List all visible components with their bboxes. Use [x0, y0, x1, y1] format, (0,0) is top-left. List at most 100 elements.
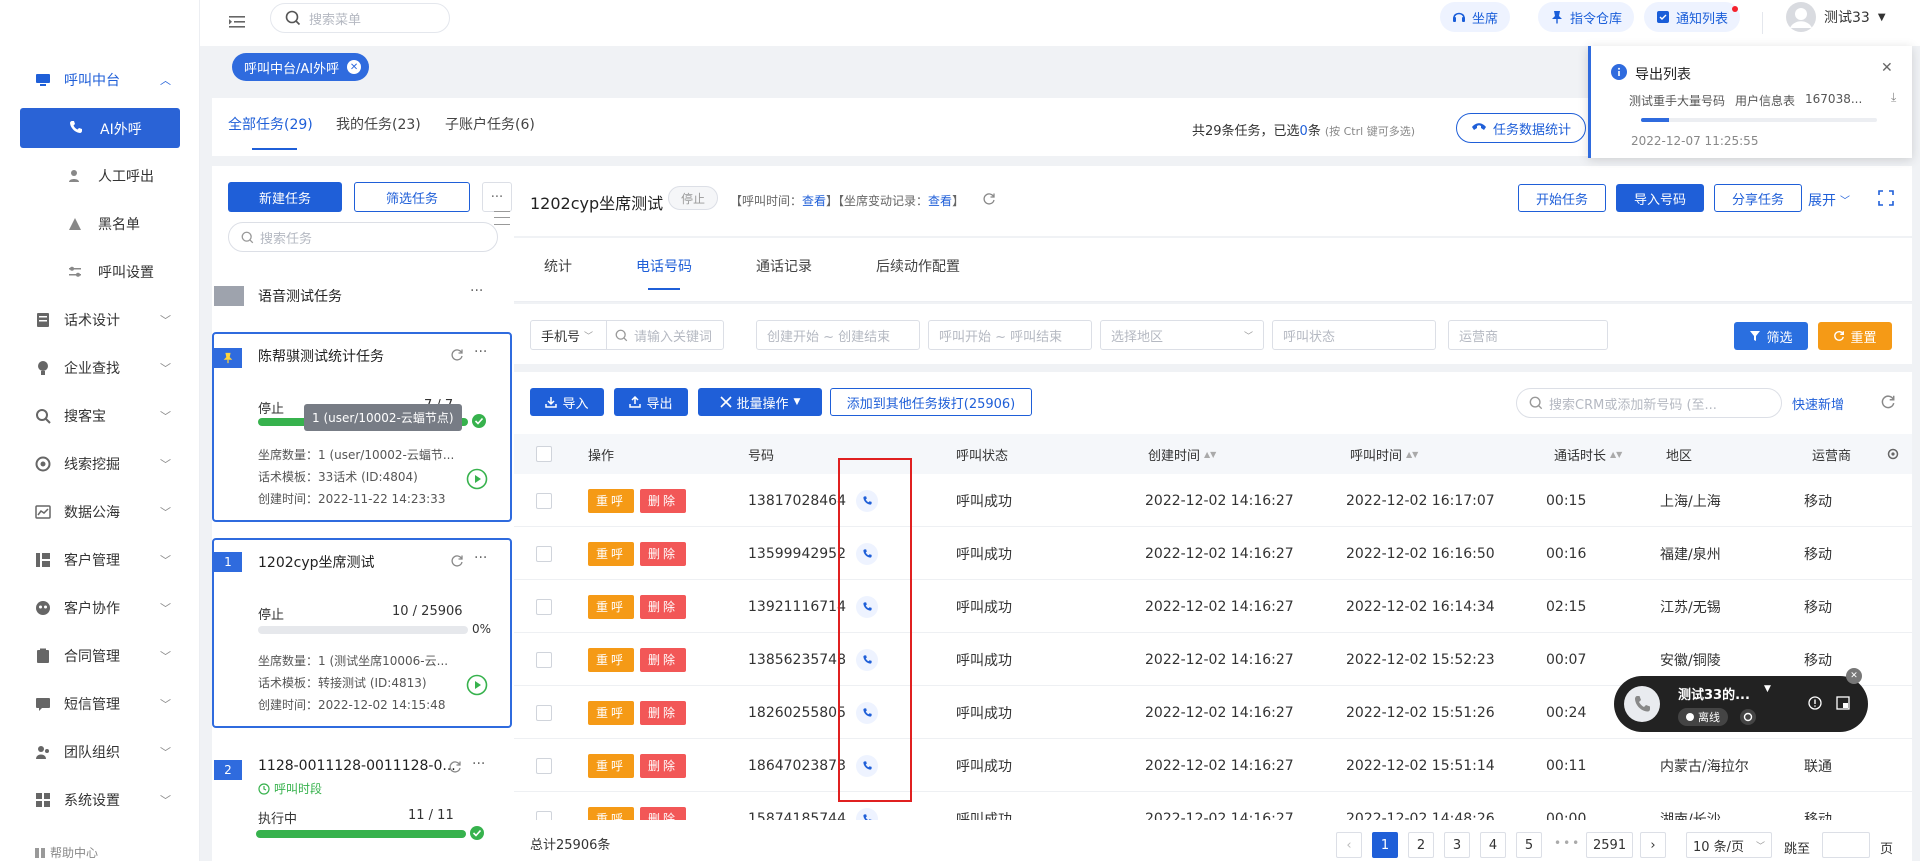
page-3[interactable]: 3	[1444, 832, 1470, 858]
menu-fold-icon[interactable]	[228, 13, 246, 31]
redial-button[interactable]: 重呼	[588, 753, 635, 778]
created-date-range[interactable]: 创建开始 ~ 创建结束	[756, 320, 920, 350]
col-duration[interactable]: 通话时长 ▲▼	[1554, 434, 1622, 474]
expand-toggle[interactable]: 展开 ﹀	[1808, 190, 1850, 210]
collapse-handle-icon[interactable]	[494, 208, 510, 228]
minimize-window-icon[interactable]	[1836, 696, 1850, 710]
jump-page-input[interactable]	[1822, 832, 1870, 858]
play-icon[interactable]	[466, 674, 488, 696]
tab-sub-account-tasks[interactable]: 子账户任务(6)	[445, 114, 535, 134]
sidebar-item-soukebao[interactable]: 搜客宝 ﹀	[0, 396, 200, 436]
row-checkbox[interactable]	[536, 739, 552, 792]
task-card[interactable]: 陈帮骐测试统计任务 ··· 停止 7 / 7 1 (user/10002-云蝠节…	[212, 332, 512, 522]
import-button[interactable]: 导入	[530, 388, 604, 416]
delete-button[interactable]: 删除	[640, 806, 687, 820]
refresh-icon[interactable]	[1880, 394, 1896, 410]
import-numbers-button[interactable]: 导入号码	[1616, 184, 1704, 212]
sidebar-item-customer-collab[interactable]: 客户协作 ﹀	[0, 588, 200, 628]
view-seat-change-link[interactable]: 查看	[928, 192, 952, 209]
row-checkbox[interactable]	[536, 474, 552, 527]
column-settings-icon[interactable]	[1886, 434, 1900, 474]
download-icon[interactable]: ⤓	[1891, 90, 1896, 105]
redial-button[interactable]: 重呼	[588, 594, 635, 619]
col-call-time[interactable]: 呼叫时间 ▲▼	[1350, 434, 1418, 474]
info-icon[interactable]	[1808, 696, 1822, 710]
keyword-input[interactable]: 请输入关键词	[607, 326, 712, 345]
delete-button[interactable]: 删除	[640, 647, 687, 672]
card-more-icon[interactable]: ···	[474, 344, 487, 360]
prev-page-button[interactable]: ‹	[1336, 832, 1362, 858]
page-1[interactable]: 1	[1372, 832, 1398, 858]
reset-button[interactable]: 重置	[1818, 322, 1892, 350]
page-2[interactable]: 2	[1408, 832, 1434, 858]
notify-list-button[interactable]: 通知列表	[1644, 2, 1741, 32]
seat-button[interactable]: 坐席	[1440, 2, 1511, 32]
tab-call-records[interactable]: 通话记录	[756, 256, 812, 276]
softphone-widget[interactable]: 测试33的... ▼ 离线 ✕	[1614, 668, 1868, 732]
fullscreen-icon[interactable]	[1878, 190, 1894, 206]
settings-icon[interactable]	[1740, 709, 1756, 725]
select-all-checkbox[interactable]	[536, 434, 552, 474]
task-card[interactable]: 2 1128-0011128-0011128-0... ··· 呼叫时段 执行中…	[212, 748, 512, 861]
delete-button[interactable]: 删除	[640, 594, 687, 619]
close-icon[interactable]: ✕	[1846, 668, 1862, 684]
voice-task-more[interactable]: ···	[470, 283, 483, 299]
delete-button[interactable]: 删除	[640, 541, 687, 566]
col-created-time[interactable]: 创建时间 ▲▼	[1148, 434, 1216, 474]
redial-button[interactable]: 重呼	[588, 806, 635, 820]
breadcrumb-tag[interactable]: 呼叫中台/AI外呼 ✕	[232, 53, 370, 81]
batch-actions-dropdown[interactable]: 批量操作 ▼	[698, 388, 822, 416]
row-checkbox[interactable]	[536, 527, 552, 580]
task-search-input[interactable]: 搜索任务	[228, 222, 498, 252]
sidebar-item-call-center[interactable]: 呼叫中台 ︿	[0, 60, 200, 100]
user-menu[interactable]: 测试33 ▼	[1786, 2, 1886, 32]
export-button[interactable]: 导出	[614, 388, 688, 416]
new-task-button[interactable]: 新建任务	[228, 182, 342, 212]
tab-statistics[interactable]: 统计	[544, 256, 572, 276]
card-more-icon[interactable]: ···	[472, 756, 485, 772]
close-icon[interactable]: ✕	[347, 60, 362, 74]
row-checkbox[interactable]	[536, 792, 552, 820]
sidebar-item-system-settings[interactable]: 系统设置 ﹀	[0, 780, 200, 820]
start-task-button[interactable]: 开始任务	[1518, 184, 1606, 212]
refresh-icon[interactable]	[448, 760, 462, 774]
sidebar-item-enterprise-search[interactable]: 企业查找 ﹀	[0, 348, 200, 388]
carrier-select[interactable]: 运营商	[1448, 320, 1608, 350]
tab-follow-up-config[interactable]: 后续动作配置	[876, 256, 960, 276]
refresh-icon[interactable]	[982, 192, 996, 206]
play-icon[interactable]	[466, 468, 488, 490]
view-call-time-link[interactable]: 查看	[802, 192, 826, 209]
tab-phone-numbers[interactable]: 电话号码	[636, 256, 692, 276]
row-checkbox[interactable]	[536, 580, 552, 633]
close-icon[interactable]: ✕	[1881, 60, 1893, 76]
sidebar-item-script-design[interactable]: 话术设计 ﹀	[0, 300, 200, 340]
card-more-icon[interactable]: ···	[474, 550, 487, 566]
sidebar-item-contract-mgmt[interactable]: 合同管理 ﹀	[0, 636, 200, 676]
softphone-status[interactable]: 离线	[1678, 708, 1728, 726]
call-date-range[interactable]: 呼叫开始 ~ 呼叫结束	[928, 320, 1092, 350]
crm-search-input[interactable]: 搜索CRM或添加新号码 (至...	[1516, 388, 1782, 418]
page-last[interactable]: 2591	[1586, 832, 1634, 858]
sidebar-item-blacklist[interactable]: 黑名单	[0, 204, 200, 244]
redial-button[interactable]: 重呼	[588, 488, 635, 513]
delete-button[interactable]: 删除	[640, 753, 687, 778]
filter-task-button[interactable]: 筛选任务	[354, 182, 470, 212]
sidebar-item-team-org[interactable]: 团队组织 ﹀	[0, 732, 200, 772]
sidebar-item-customer-mgmt[interactable]: 客户管理 ﹀	[0, 540, 200, 580]
delete-button[interactable]: 删除	[640, 488, 687, 513]
page-ellipsis[interactable]: •••	[1554, 836, 1581, 850]
redial-button[interactable]: 重呼	[588, 541, 635, 566]
task-stats-button[interactable]: 任务数据统计	[1456, 113, 1586, 143]
page-size-select[interactable]: 10 条/页 ﹀	[1686, 832, 1772, 858]
call-status-select[interactable]: 呼叫状态	[1272, 320, 1436, 350]
voice-task-title[interactable]: 语音测试任务	[258, 286, 342, 306]
sidebar-item-data-pool[interactable]: 数据公海 ﹀	[0, 492, 200, 532]
filter-button[interactable]: 筛选	[1734, 322, 1808, 350]
next-page-button[interactable]: ›	[1640, 832, 1666, 858]
sidebar-item-sms-mgmt[interactable]: 短信管理 ﹀	[0, 684, 200, 724]
help-center-link[interactable]: 帮助中心	[34, 844, 98, 861]
caret-down-icon[interactable]: ▼	[1764, 684, 1771, 694]
redial-button[interactable]: 重呼	[588, 647, 635, 672]
share-task-button[interactable]: 分享任务	[1714, 184, 1802, 212]
sidebar-item-ai-call[interactable]: AI外呼	[20, 108, 180, 148]
